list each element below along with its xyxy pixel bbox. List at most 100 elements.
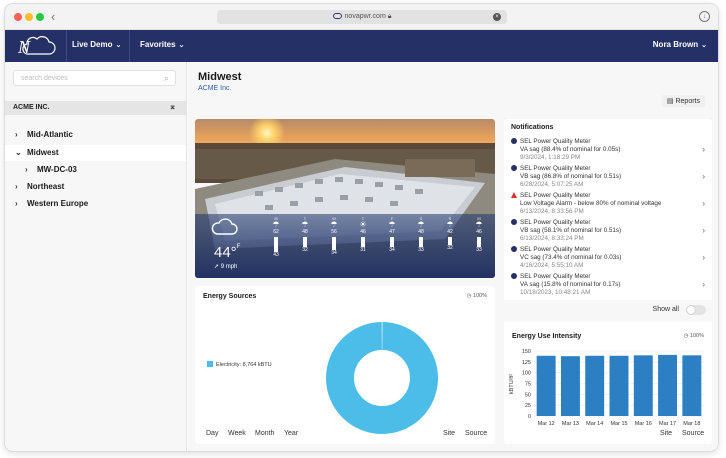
notification-item[interactable]: SEL Power Quality Meter Low Voltage Alarm… xyxy=(511,192,707,220)
minimize-window-button[interactable] xyxy=(25,13,33,21)
user-menu[interactable]: Nora Brown ⌄ xyxy=(653,40,707,49)
tree-item-northeast[interactable]: › Northeast xyxy=(15,182,64,191)
tab-week[interactable]: Week xyxy=(228,430,246,437)
chevron-right-icon[interactable]: › xyxy=(15,130,27,139)
rain-icon: ☂ xyxy=(301,220,309,229)
notification-item[interactable]: SEL Power Quality Meter VA sag (88.4% of … xyxy=(511,138,707,166)
y-tick-label: 150 xyxy=(522,349,531,355)
eui-title: Energy Use Intensity xyxy=(512,333,582,340)
novapower-logo[interactable]: N xyxy=(15,34,57,58)
tab-day[interactable]: Day xyxy=(206,430,218,437)
tree-item-midwest[interactable]: ⌄ Midwest xyxy=(15,148,59,157)
eui-bar[interactable] xyxy=(633,355,653,416)
forecast-low: 34 xyxy=(389,247,395,253)
chevron-right-icon[interactable]: › xyxy=(702,253,705,262)
notification-source: SEL Power Quality Meter xyxy=(520,165,591,172)
tab-source[interactable]: Source xyxy=(682,430,704,437)
forecast-bar xyxy=(477,237,481,247)
eui-bar[interactable] xyxy=(609,355,629,416)
show-all-toggle[interactable] xyxy=(686,305,706,315)
tree-item-mid-atlantic[interactable]: › Mid-Atlantic xyxy=(15,130,73,139)
nav-divider xyxy=(129,30,130,62)
live-demo-menu[interactable]: Live Demo ⌄ xyxy=(72,40,121,49)
notification-item[interactable]: SEL Power Quality Meter VB sag (86.8% of … xyxy=(511,165,707,193)
notification-message: VC sag (73.4% of nominal for 0.03s) xyxy=(520,254,622,261)
forecast-low: 33 xyxy=(418,247,424,253)
forecast-hour: T ☂ 48 32 xyxy=(298,216,312,253)
tab-month[interactable]: Month xyxy=(255,430,274,437)
eui-bar[interactable] xyxy=(658,354,678,416)
lock-icon: 🔒︎ xyxy=(387,13,392,20)
chevron-right-icon[interactable]: › xyxy=(702,280,705,289)
forecast-low: 43 xyxy=(273,252,279,258)
notification-source: SEL Power Quality Meter xyxy=(520,246,591,253)
sun-icon: ☀ xyxy=(359,220,367,229)
address-bar[interactable]: novapwr.com 🔒︎ × xyxy=(217,10,507,24)
donut-slice-electricity[interactable] xyxy=(326,322,438,434)
x-tick-label: Mar 12 xyxy=(538,421,555,427)
download-icon[interactable]: ↓ xyxy=(699,11,710,22)
forecast-bar xyxy=(332,237,336,250)
meter-icon xyxy=(511,219,517,225)
clear-url-icon[interactable]: × xyxy=(493,13,501,21)
chevron-down-icon: ⌄ xyxy=(701,42,707,49)
forecast-day-label: T xyxy=(303,216,307,221)
y-tick-label: 25 xyxy=(525,403,531,409)
chevron-right-icon[interactable]: › xyxy=(25,165,37,174)
notification-item[interactable]: SEL Power Quality Meter VA sag (15.8% of … xyxy=(511,273,707,301)
close-window-button[interactable] xyxy=(14,13,22,21)
forecast-bar xyxy=(419,237,423,247)
eui-bar[interactable] xyxy=(536,355,556,416)
show-all-row: Show all xyxy=(504,300,712,322)
wind-speed: ➚ 9 mph xyxy=(214,263,237,270)
notification-item[interactable]: SEL Power Quality Meter VC sag (73.4% of … xyxy=(511,246,707,274)
site-hero-image: 44°F ➚ 9 mph M ☂ 62 43 T ☂ 48 32 W ☂ 56 34 T ☀ 46 31 F ☂ 4… xyxy=(195,119,495,278)
notification-time: 6/13/2024, 8:33:24 PM xyxy=(520,235,584,242)
chevron-down-icon[interactable]: ⌄ xyxy=(15,148,27,157)
chevron-right-icon[interactable]: › xyxy=(15,182,27,191)
eui-bar[interactable] xyxy=(585,355,605,416)
chevron-right-icon[interactable]: › xyxy=(702,199,705,208)
favorites-menu[interactable]: Favorites ⌄ xyxy=(140,40,184,49)
page-subtitle-link[interactable]: ACME Inc. xyxy=(198,85,231,92)
search-icon[interactable]: ⌕ xyxy=(164,73,169,84)
chevron-down-icon: ⌄ xyxy=(178,42,185,49)
maximize-window-button[interactable] xyxy=(36,13,44,21)
org-name: ACME INC. xyxy=(13,104,50,111)
collapse-icon[interactable]: ⌅ xyxy=(169,102,176,111)
tree-item-western-europe[interactable]: › Western Europe xyxy=(15,199,88,208)
forecast-bar xyxy=(390,237,394,247)
notification-time: 10/18/2023, 10:48:21 AM xyxy=(520,289,591,296)
chevron-down-icon: ⌄ xyxy=(115,42,122,49)
eui-bar[interactable] xyxy=(560,356,580,416)
chevron-right-icon[interactable]: › xyxy=(702,145,705,154)
reports-button[interactable]: ▤ Reports xyxy=(661,95,705,107)
tab-site[interactable]: Site xyxy=(443,430,455,437)
wind-value: 9 mph xyxy=(220,264,238,270)
eui-bar[interactable] xyxy=(682,355,702,416)
tab-year[interactable]: Year xyxy=(284,430,298,437)
chevron-right-icon[interactable]: › xyxy=(15,199,27,208)
current-temperature: 44°F xyxy=(214,244,240,261)
org-header[interactable]: ACME INC. ⌅ xyxy=(5,101,186,115)
x-tick-label: Mar 16 xyxy=(635,421,652,427)
notification-source: SEL Power Quality Meter xyxy=(520,138,591,145)
forecast-high: 47 xyxy=(389,229,395,235)
device-search-input[interactable]: search devices ⌕ xyxy=(13,70,176,86)
tab-site[interactable]: Site xyxy=(660,430,672,437)
x-tick-label: Mar 15 xyxy=(610,421,627,427)
logo-letter: N xyxy=(17,37,31,57)
tree-item-mw-dc-03[interactable]: › MW-DC-03 xyxy=(25,165,77,174)
meter-icon xyxy=(511,246,517,252)
notification-item[interactable]: SEL Power Quality Meter VB sag (58.1% of … xyxy=(511,219,707,247)
url-text: novapwr.com xyxy=(344,13,386,20)
coverage-pct: 100% xyxy=(689,333,704,339)
energy-sources-card: Energy Sources ◷ 100% Electricity: 8,764… xyxy=(195,286,495,444)
chevron-right-icon[interactable]: › xyxy=(702,226,705,235)
tab-source[interactable]: Source xyxy=(465,430,487,437)
coverage-indicator: ◷ 100% xyxy=(684,333,704,339)
back-arrow-icon[interactable]: ‹ xyxy=(51,9,55,24)
site-tree-sidebar: search devices ⌕ ACME INC. ⌅ › Mid-Atlantic… xyxy=(5,62,187,451)
chevron-right-icon[interactable]: › xyxy=(702,172,705,181)
notification-message: VA sag (15.8% of nominal for 0.17s) xyxy=(520,281,621,288)
